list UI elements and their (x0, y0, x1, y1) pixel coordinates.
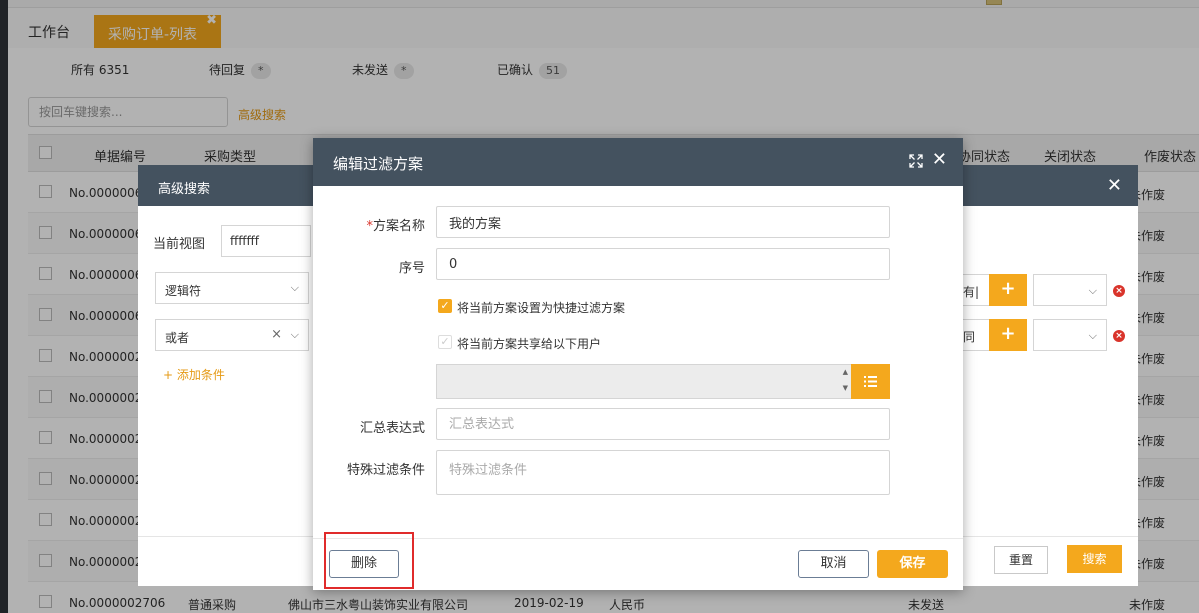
operator-select[interactable]: ⌵ (1033, 274, 1107, 306)
quick-filter-label: 将当前方案设置为快捷过滤方案 (457, 301, 626, 315)
current-view-field[interactable]: fffffff (221, 225, 311, 257)
highlight-annotation-box (324, 532, 414, 589)
special-filter-textarea[interactable] (436, 450, 890, 495)
order-label: 序号 (398, 261, 425, 276)
chevron-down-icon: ⌵ (1088, 329, 1097, 342)
logic-select[interactable]: 逻辑符 ⌵ (155, 272, 309, 304)
maximize-icon[interactable] (909, 154, 923, 168)
cancel-button[interactable]: 取消 (798, 550, 869, 578)
close-icon[interactable]: ✕ (1107, 175, 1122, 196)
current-view-label: 当前视图 (153, 237, 206, 252)
scheme-name-input[interactable] (436, 206, 890, 238)
spin-down-icon[interactable]: ▼ (843, 384, 848, 392)
order-input[interactable] (436, 248, 890, 280)
scheme-name-label: *方案名称 (366, 219, 425, 234)
or-select[interactable]: 或者 × ⌵ (155, 319, 309, 351)
spin-up-icon[interactable]: ▲ (843, 368, 848, 376)
chevron-down-icon: ⌵ (290, 281, 299, 294)
list-icon (864, 376, 877, 387)
operator-select[interactable]: ⌵ (1033, 319, 1107, 351)
search-button[interactable]: 搜索 (1067, 545, 1122, 573)
special-filter-label: 特殊过滤条件 (346, 463, 425, 478)
summary-expression-label: 汇总表达式 (359, 421, 425, 436)
clear-icon[interactable]: × (271, 327, 282, 342)
share-users-label: 将当前方案共享给以下用户 (457, 337, 602, 351)
dialog-header: 编辑过滤方案 ✕ (313, 138, 963, 186)
chevron-down-icon: ⌵ (1088, 284, 1097, 297)
remove-condition-icon[interactable]: × (1113, 285, 1125, 297)
add-value-button[interactable]: + (989, 319, 1027, 351)
advanced-search-title: 高级搜索 (158, 182, 211, 197)
share-users-select[interactable]: ▲ ▼ (436, 364, 852, 399)
chevron-down-icon: ⌵ (290, 328, 299, 341)
summary-expression-input[interactable] (436, 408, 890, 440)
save-button[interactable]: 保存 (877, 550, 948, 578)
add-condition-link[interactable]: + 添加条件 (163, 366, 225, 383)
close-icon[interactable]: ✕ (932, 151, 947, 169)
quick-filter-checkbox[interactable]: ✓ (438, 299, 452, 313)
share-users-checkbox[interactable]: ✓ (438, 335, 452, 349)
remove-condition-icon[interactable]: × (1113, 330, 1125, 342)
user-list-button[interactable] (851, 364, 890, 399)
add-value-button[interactable]: + (989, 274, 1027, 306)
reset-button[interactable]: 重置 (994, 546, 1048, 574)
dialog-title: 编辑过滤方案 (333, 155, 424, 173)
edit-filter-scheme-dialog: 编辑过滤方案 ✕ *方案名称 序号 ✓ 将当前方案设置为快捷过滤方案 ✓ 将当前… (313, 138, 963, 590)
